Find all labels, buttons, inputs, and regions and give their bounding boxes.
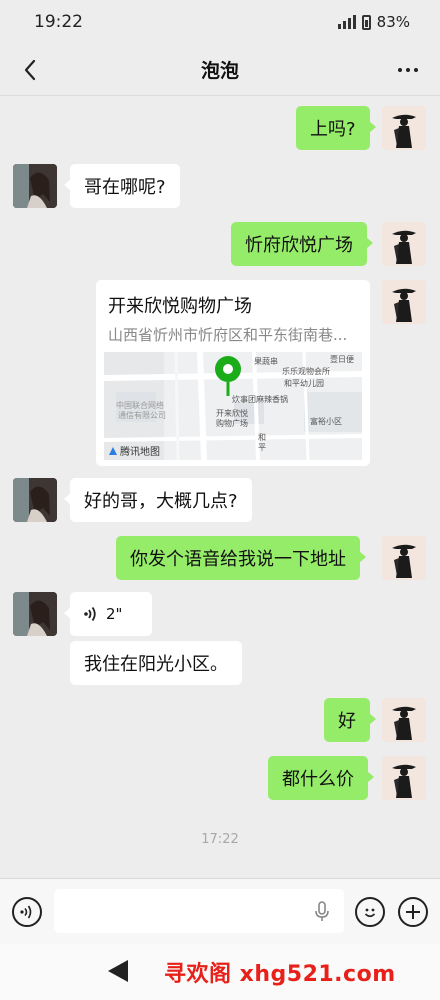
self-avatar[interactable] bbox=[382, 536, 426, 580]
map-poi-label: 富裕小区 bbox=[310, 417, 342, 426]
map-poi-label: 购物广场 bbox=[216, 419, 248, 428]
message-text: 好 bbox=[338, 711, 356, 732]
map-poi-label: 通信有限公司 bbox=[118, 411, 166, 420]
status-time: 19:22 bbox=[34, 12, 83, 32]
sent-message-bubble[interactable]: 上吗? bbox=[296, 106, 376, 150]
dot-icon bbox=[398, 68, 402, 72]
more-actions-button[interactable] bbox=[398, 897, 428, 927]
map-poi-label: 乐乐观物会所 bbox=[282, 367, 330, 376]
sent-message-bubble[interactable]: 忻府欣悦广场 bbox=[231, 222, 373, 266]
self-avatar[interactable] bbox=[382, 106, 426, 150]
sent-message-bubble[interactable]: 你发个语音给我说一下地址 bbox=[116, 536, 366, 580]
message-text: 好的哥，大概几点? bbox=[84, 491, 238, 512]
voice-wave-icon bbox=[84, 606, 96, 622]
chat-header: 泡泡 bbox=[0, 44, 440, 96]
voice-duration: 2" bbox=[106, 605, 123, 623]
chat-timestamp: 17:22 bbox=[201, 832, 239, 847]
sent-message-bubble[interactable]: 都什么价 bbox=[268, 756, 374, 800]
location-map[interactable]: 果蔬串 壹日便 乐乐观物会所 和平幼儿园 中国联合网络 通信有限公司 炊事团麻辣… bbox=[104, 352, 362, 460]
contact-avatar[interactable] bbox=[13, 592, 57, 636]
microphone-icon[interactable] bbox=[314, 901, 330, 923]
message-text: 哥在哪呢? bbox=[84, 177, 166, 198]
battery-percent: 83% bbox=[376, 13, 410, 31]
received-message-bubble[interactable]: 好的哥，大概几点? bbox=[64, 478, 252, 522]
location-address: 山西省忻州市忻府区和平东街南巷... bbox=[108, 326, 348, 344]
system-back-icon[interactable] bbox=[108, 960, 128, 982]
map-poi-label: 和平幼儿园 bbox=[284, 379, 324, 388]
more-options-button[interactable] bbox=[392, 54, 424, 86]
sent-message-bubble[interactable]: 好 bbox=[324, 698, 376, 742]
map-pin-icon bbox=[215, 356, 241, 396]
contact-avatar[interactable] bbox=[13, 164, 57, 208]
self-avatar[interactable] bbox=[382, 280, 426, 324]
message-text: 我住在阳光小区。 bbox=[84, 654, 228, 675]
location-name: 开来欣悦购物广场 bbox=[108, 296, 252, 317]
message-text: 都什么价 bbox=[282, 769, 354, 790]
system-navigation-bar: 寻欢阁 xhg521.com bbox=[0, 944, 440, 1000]
chevron-left-icon bbox=[24, 59, 36, 81]
status-bar: 19:22 83% bbox=[0, 0, 440, 44]
message-text: 你发个语音给我说一下地址 bbox=[130, 549, 346, 570]
chat-title: 泡泡 bbox=[200, 60, 239, 82]
plus-icon bbox=[406, 905, 420, 919]
voice-input-button[interactable] bbox=[12, 897, 42, 927]
status-indicators: 83% bbox=[337, 13, 410, 31]
message-text: 忻府欣悦广场 bbox=[245, 235, 353, 256]
received-message-bubble[interactable]: 哥在哪呢? bbox=[64, 164, 180, 208]
smiley-icon bbox=[364, 908, 376, 918]
map-logo-icon bbox=[109, 446, 117, 455]
watermark: 寻欢阁 xhg521.com bbox=[164, 962, 396, 987]
dot-icon bbox=[414, 68, 418, 72]
map-poi-label: 果蔬串 bbox=[254, 357, 278, 366]
back-button[interactable] bbox=[14, 54, 46, 86]
voice-wave-icon bbox=[20, 905, 32, 919]
location-card[interactable]: 开来欣悦购物广场 山西省忻州市忻府区和平东街南巷... 果蔬串 壹日便 乐乐观物… bbox=[96, 280, 370, 466]
battery-icon bbox=[361, 14, 371, 30]
self-avatar[interactable] bbox=[382, 756, 426, 800]
self-avatar[interactable] bbox=[382, 698, 426, 742]
emoji-button[interactable] bbox=[355, 897, 385, 927]
signal-icon bbox=[337, 15, 356, 29]
message-text: 上吗? bbox=[310, 119, 356, 140]
message-input[interactable] bbox=[54, 889, 344, 933]
map-provider-label: 腾讯地图 bbox=[120, 447, 160, 458]
message-input-bar bbox=[0, 878, 440, 944]
contact-avatar[interactable] bbox=[13, 478, 57, 522]
map-provider: 腾讯地图 bbox=[108, 443, 160, 458]
self-avatar[interactable] bbox=[382, 222, 426, 266]
map-poi-label: 平 bbox=[258, 443, 266, 452]
received-message-bubble[interactable]: 我住在阳光小区。 bbox=[70, 641, 242, 685]
dot-icon bbox=[406, 68, 410, 72]
map-poi-label: 壹日便 bbox=[330, 355, 354, 364]
voice-message-bubble[interactable]: 2" bbox=[64, 592, 152, 636]
